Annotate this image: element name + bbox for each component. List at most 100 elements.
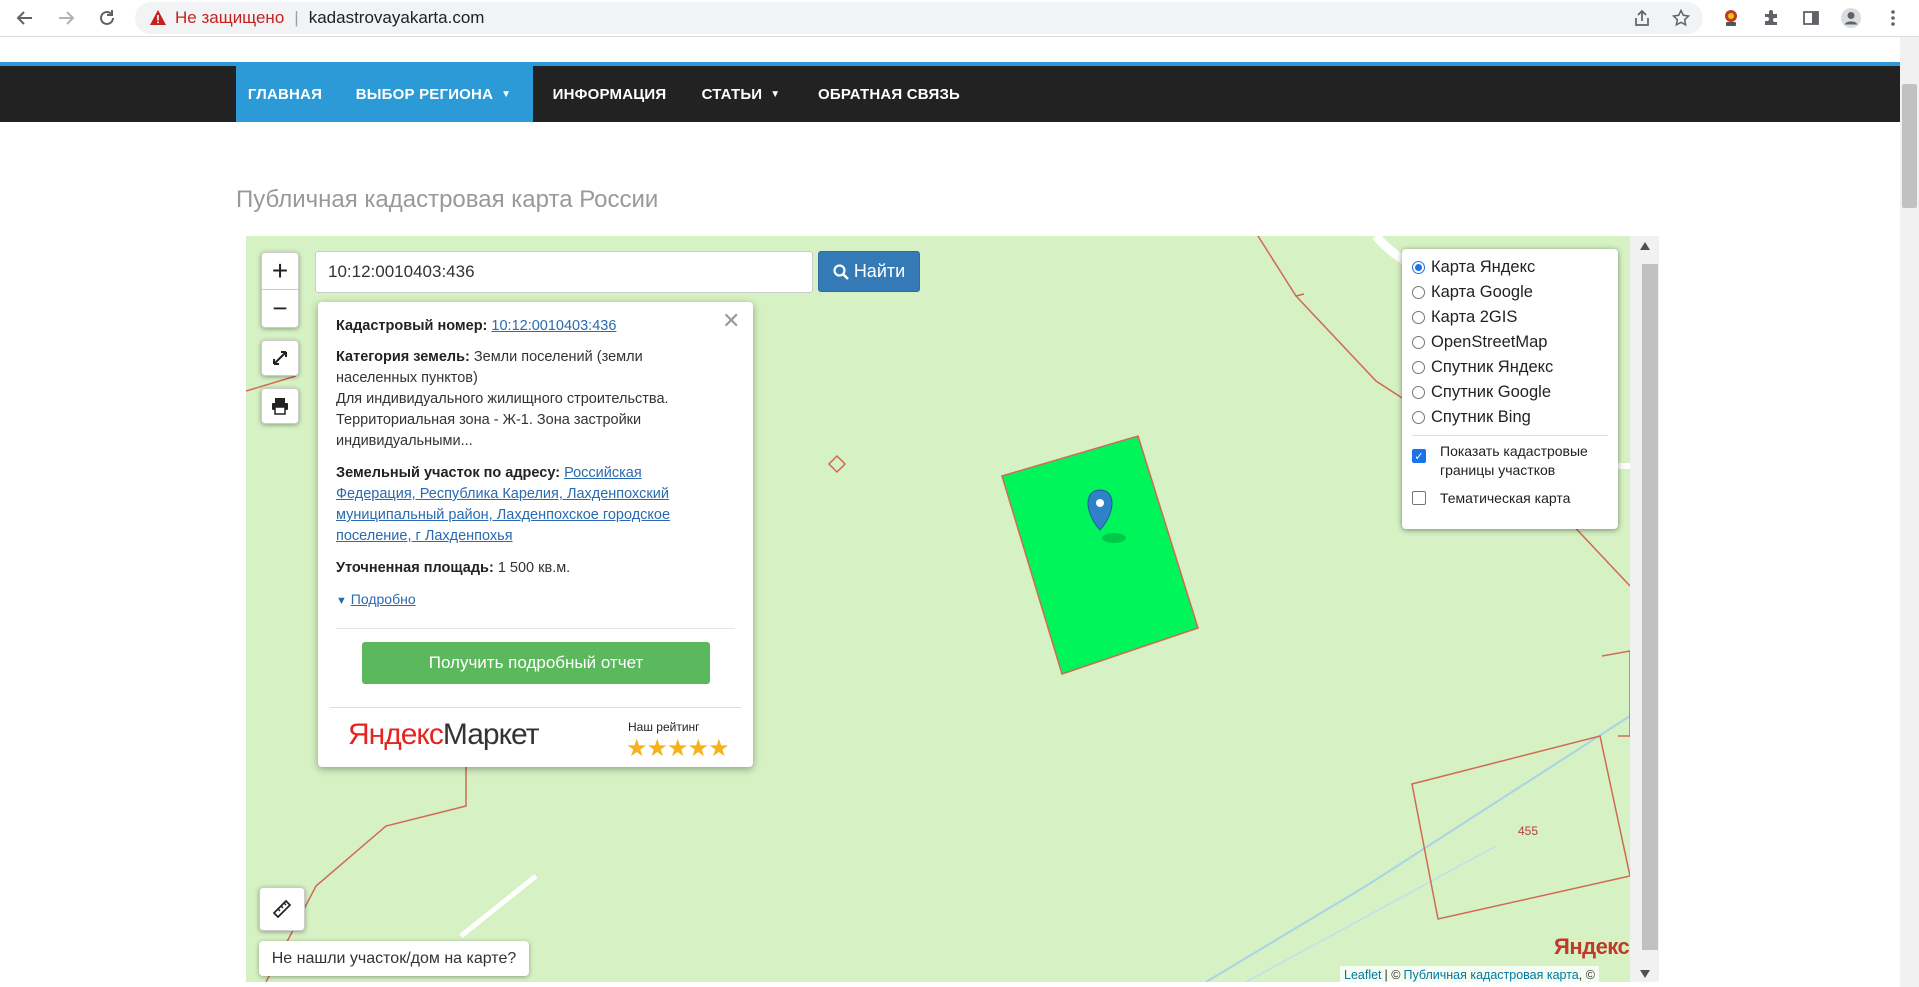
radio-selected-icon[interactable] [1412, 261, 1425, 274]
layer-option-label: Спутник Яндекс [1431, 358, 1554, 376]
nav-articles[interactable]: СТАТЬИ ▼ [686, 66, 796, 122]
layer-option-label: OpenStreetMap [1431, 333, 1548, 351]
address-label: Земельный участок по адресу: [336, 465, 561, 481]
land-usage-text: Для индивидуального жилищного строительс… [336, 391, 669, 449]
show-borders-checkbox[interactable]: ✓ [1412, 449, 1436, 463]
attribution-divider: | © [1384, 968, 1401, 982]
layer-option-label: Спутник Google [1431, 383, 1551, 401]
layer-option-label: Спутник Bing [1431, 408, 1531, 426]
radio-icon[interactable] [1412, 286, 1425, 299]
ruler-icon [272, 899, 292, 919]
layer-option-label: Карта 2GIS [1431, 308, 1518, 326]
nav-home[interactable]: ГЛАВНАЯ [236, 66, 334, 122]
checkbox-checked-icon[interactable]: ✓ [1412, 449, 1426, 463]
radio-icon[interactable] [1412, 411, 1425, 424]
parcel-number-label: 455 [1518, 824, 1539, 838]
layer-option-bing-satellite[interactable]: Спутник Bing [1412, 408, 1531, 427]
layer-option-yandex-map[interactable]: Карта Яндекс [1412, 258, 1535, 277]
reload-button[interactable] [94, 5, 120, 31]
security-status[interactable]: Не защищено [175, 8, 284, 28]
search-button[interactable]: Найти [818, 251, 920, 292]
url-text[interactable]: kadastrovayakarta.com [309, 8, 485, 28]
yandex-market-logo[interactable]: ЯндексМаркет [348, 718, 540, 752]
thematic-map-label[interactable]: Тематическая карта [1440, 489, 1570, 508]
nav-region-select[interactable]: ВЫБОР РЕГИОНА ▼ [334, 66, 533, 122]
area-value: 1 500 кв.м. [497, 560, 571, 576]
bookmark-button[interactable] [1668, 5, 1694, 31]
selected-parcel[interactable] [1001, 435, 1199, 675]
yandex-map-logo[interactable]: Яндекс [1554, 934, 1630, 960]
yandex-market-logo-ya: Яндекс [348, 718, 444, 751]
address-separator: | [294, 8, 299, 27]
layer-option-2gis-map[interactable]: Карта 2GIS [1412, 308, 1517, 327]
land-category-label: Категория земель: [336, 349, 470, 365]
radio-icon[interactable] [1412, 361, 1425, 374]
browser-menu-button[interactable] [1880, 5, 1906, 31]
print-button[interactable] [261, 388, 299, 424]
arrow-left-icon [16, 11, 32, 25]
map-scrollbar-thumb[interactable] [1642, 264, 1658, 950]
layer-option-label: Карта Google [1431, 283, 1533, 301]
side-panel-icon [1803, 11, 1819, 25]
layer-divider [1412, 435, 1608, 436]
cadastral-number-row: Кадастровый номер: 10:12:0010403:436 [336, 316, 686, 337]
popup-divider [336, 628, 735, 629]
cadastral-number-link[interactable]: 10:12:0010403:436 [491, 318, 616, 334]
details-link[interactable]: Подробно [351, 591, 416, 607]
layer-option-label: Карта Яндекс [1431, 258, 1536, 276]
layer-option-openstreetmap[interactable]: OpenStreetMap [1412, 333, 1547, 352]
radio-icon[interactable] [1412, 311, 1425, 324]
printer-icon [272, 398, 288, 415]
radio-icon[interactable] [1412, 386, 1425, 399]
warning-icon [150, 10, 166, 25]
share-icon [1635, 9, 1649, 26]
page-scrollbar-thumb[interactable] [1902, 84, 1917, 208]
nav-info-label: ИНФОРМАЦИЯ [552, 85, 667, 103]
back-button[interactable] [12, 5, 38, 31]
not-found-hint-button[interactable]: Не нашли участок/дом на карте? [259, 941, 529, 976]
nav-home-label: ГЛАВНАЯ [247, 85, 323, 103]
area-label: Уточненная площадь: [336, 560, 494, 576]
triangle-down-icon: ▼ [336, 595, 347, 607]
extensions-menu-button[interactable] [1758, 5, 1784, 31]
address-bar[interactable]: Не защищено | kadastrovayakarta.com [135, 2, 1703, 34]
details-toggle[interactable]: ▼ Подробно [336, 589, 686, 612]
kebab-menu-icon [1891, 10, 1895, 26]
share-button[interactable] [1629, 5, 1655, 31]
nav-feedback[interactable]: ОБРАТНАЯ СВЯЗЬ [796, 66, 982, 122]
address-row: Земельный участок по адресу: Российская … [336, 463, 686, 547]
layer-option-google-satellite[interactable]: Спутник Google [1412, 383, 1551, 402]
attribution-tail: , © [1578, 968, 1595, 982]
zoom-control: + − [261, 252, 299, 328]
side-panel-button[interactable] [1798, 5, 1824, 31]
profile-button[interactable] [1838, 5, 1864, 31]
browser-toolbar: Не защищено | kadastrovayakarta.com [0, 0, 1919, 37]
checkbox-icon[interactable] [1412, 491, 1426, 505]
yandex-market-logo-market: Маркет [442, 718, 540, 751]
expand-icon [273, 351, 287, 365]
layer-option-yandex-satellite[interactable]: Спутник Яндекс [1412, 358, 1553, 377]
cadastral-map-link[interactable]: Публичная кадастровая карта [1403, 968, 1578, 982]
nav-info[interactable]: ИНФОРМАЦИЯ [533, 66, 686, 122]
search-button-label: Найти [853, 261, 906, 281]
search-icon [833, 263, 849, 280]
star-icon [1672, 9, 1690, 27]
leaflet-link[interactable]: Leaflet [1344, 968, 1382, 982]
forward-button[interactable] [53, 5, 79, 31]
ruler-button[interactable] [259, 887, 305, 931]
thematic-map-checkbox[interactable] [1412, 491, 1436, 505]
map-attribution: Leaflet | © Публичная кадастровая карта … [1340, 966, 1599, 984]
land-category-row: Категория земель: Земли поселений (земли… [336, 347, 686, 389]
extension-button[interactable] [1718, 5, 1744, 31]
zoom-out-button[interactable]: − [262, 290, 298, 326]
cadastral-search-input[interactable]: 10:12:0010403:436 [315, 251, 813, 293]
layer-option-google-map[interactable]: Карта Google [1412, 283, 1533, 302]
zoom-in-button[interactable]: + [262, 253, 298, 289]
radio-icon[interactable] [1412, 336, 1425, 349]
show-borders-label[interactable]: Показать кадастровые границы участков [1440, 442, 1610, 480]
get-report-button[interactable]: Получить подробный отчет [362, 642, 710, 684]
fullscreen-button[interactable] [261, 340, 299, 376]
popup-divider [330, 707, 741, 708]
nav-articles-label: СТАТЬИ [701, 85, 763, 103]
close-icon[interactable]: ✕ [722, 308, 740, 334]
